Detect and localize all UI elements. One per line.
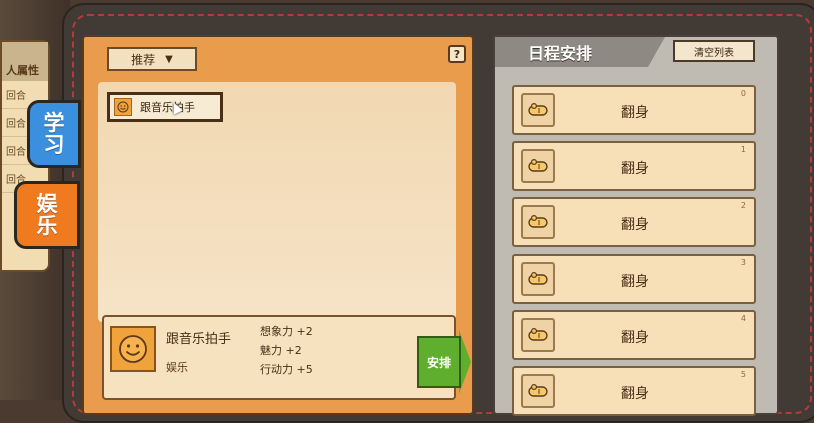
schedule-item-index: 1 <box>740 145 746 154</box>
smiley-icon <box>114 98 132 116</box>
schedule-item[interactable]: 翻身 2 <box>512 197 756 247</box>
filter-label: 推荐 <box>131 52 156 67</box>
schedule-item-index: 5 <box>740 370 746 379</box>
schedule-item-index: 0 <box>740 89 746 98</box>
schedule-item-label: 翻身 <box>621 217 649 233</box>
tab-entertainment[interactable]: 娱 乐 <box>14 181 80 249</box>
tab-entertainment-label: 娱 乐 <box>36 191 58 238</box>
schedule-item[interactable]: 翻身 3 <box>512 254 756 304</box>
schedule-item-index: 2 <box>740 201 746 210</box>
activity-item[interactable]: 跟音乐拍手 <box>107 92 223 122</box>
schedule-item-label: 翻身 <box>621 386 649 402</box>
arrange-button[interactable]: 安排 <box>417 336 461 388</box>
filter-dropdown[interactable]: 推荐 ▼ <box>107 47 197 71</box>
activity-category: 娱乐 <box>166 361 188 374</box>
help-button[interactable]: ? <box>448 45 466 63</box>
schedule-item-index: 4 <box>740 314 746 323</box>
schedule-item-label: 翻身 <box>621 161 649 177</box>
attribute-header: 人属性 <box>2 42 48 81</box>
schedule-item-index: 3 <box>740 258 746 267</box>
activity-name: 跟音乐拍手 <box>166 332 232 347</box>
effect-energy: 行动力 +5 <box>260 363 313 376</box>
schedule-item-label: 翻身 <box>621 105 649 121</box>
schedule-item[interactable]: 翻身 4 <box>512 310 756 360</box>
schedule-item[interactable]: 翻身 1 <box>512 141 756 191</box>
effect-charm: 魅力 +2 <box>260 344 302 357</box>
schedule-item[interactable]: 翻身 5 <box>512 366 756 416</box>
effect-imagination: 想象力 +2 <box>260 325 313 338</box>
clear-list-button[interactable]: 清空列表 <box>673 40 755 62</box>
schedule-item-label: 翻身 <box>621 274 649 290</box>
chevron-down-icon: ▼ <box>165 53 173 65</box>
schedule-item-label: 翻身 <box>621 330 649 346</box>
activity-item-label: 跟音乐拍手 <box>140 101 195 114</box>
schedule-item[interactable]: 翻身 0 <box>512 85 756 135</box>
smiley-icon <box>110 326 156 372</box>
tab-study-label: 学 习 <box>43 110 65 157</box>
schedule-title: 日程安排 <box>528 44 593 63</box>
tab-study[interactable]: 学 习 <box>27 100 81 168</box>
